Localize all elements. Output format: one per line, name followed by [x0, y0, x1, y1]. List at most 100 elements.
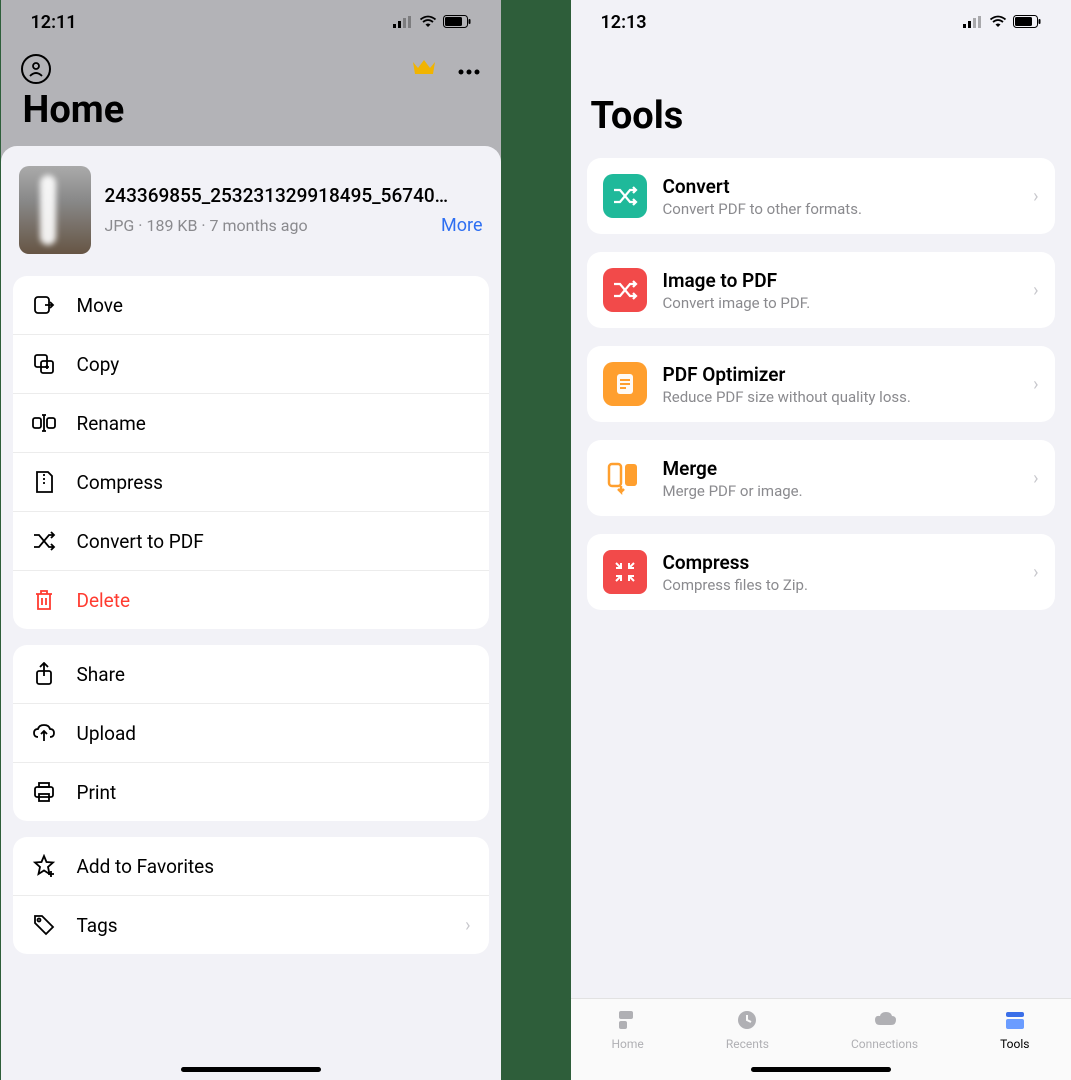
menu-label: Rename: [77, 412, 146, 435]
status-bar-right: 12:13: [571, 0, 1071, 44]
merge-icon: [603, 456, 647, 500]
menu-group-2: Share Upload Print: [13, 645, 489, 821]
home-tab-icon: [615, 1007, 641, 1033]
chevron-right-icon: ›: [465, 915, 470, 936]
home-indicator[interactable]: [181, 1067, 321, 1072]
profile-icon[interactable]: [21, 54, 51, 84]
menu-label: Move: [77, 294, 123, 317]
menu-move[interactable]: Move: [13, 276, 489, 335]
chevron-right-icon: ›: [1033, 374, 1038, 395]
tool-pdf-optimizer[interactable]: PDF Optimizer Reduce PDF size without qu…: [587, 346, 1055, 422]
tool-convert[interactable]: Convert Convert PDF to other formats. ›: [587, 158, 1055, 234]
copy-icon: [31, 351, 57, 377]
menu-label: Delete: [77, 589, 131, 612]
upload-icon: [31, 720, 57, 746]
phone-left: 12:11 Home 243369855_253231329918495_567…: [1, 0, 501, 1080]
tool-title: PDF Optimizer: [663, 363, 1018, 386]
tab-tools[interactable]: Tools: [1000, 1007, 1029, 1051]
page-title-home: Home: [1, 84, 501, 140]
file-meta: JPG · 189 KB · 7 months ago: [105, 216, 308, 235]
menu-delete[interactable]: Delete: [13, 571, 489, 629]
menu-convert-to-pdf[interactable]: Convert to PDF: [13, 512, 489, 571]
file-header: 243369855_253231329918495_56740… JPG · 1…: [13, 160, 489, 260]
tools-list: Convert Convert PDF to other formats. › …: [571, 158, 1071, 610]
tool-subtitle: Reduce PDF size without quality loss.: [663, 388, 1018, 406]
move-icon: [31, 292, 57, 318]
menu-label: Print: [77, 781, 117, 804]
battery-icon: [1013, 12, 1041, 33]
share-icon: [31, 661, 57, 687]
menu-label: Tags: [77, 914, 118, 937]
menu-label: Add to Favorites: [77, 855, 215, 878]
recents-tab-icon: [734, 1007, 760, 1033]
shuffle-icon: [31, 528, 57, 554]
page-title-tools: Tools: [571, 44, 1071, 158]
tool-subtitle: Merge PDF or image.: [663, 482, 1018, 500]
compress-icon: [31, 469, 57, 495]
tab-label: Home: [612, 1037, 644, 1051]
menu-compress[interactable]: Compress: [13, 453, 489, 512]
print-icon: [31, 779, 57, 805]
file-more-link[interactable]: More: [441, 215, 482, 236]
file-name: 243369855_253231329918495_56740…: [105, 184, 483, 207]
tab-label: Connections: [851, 1037, 918, 1051]
tab-label: Tools: [1000, 1037, 1029, 1051]
tool-subtitle: Compress files to Zip.: [663, 576, 1018, 594]
chevron-right-icon: ›: [1033, 468, 1038, 489]
status-time: 12:11: [31, 12, 77, 33]
menu-rename[interactable]: Rename: [13, 394, 489, 453]
menu-copy[interactable]: Copy: [13, 335, 489, 394]
convert-icon: [603, 174, 647, 218]
tab-home[interactable]: Home: [612, 1007, 644, 1051]
compress-tool-icon: [603, 550, 647, 594]
menu-add-to-favorites[interactable]: Add to Favorites: [13, 837, 489, 896]
menu-group-1: Move Copy Rename Compress Convert to PDF…: [13, 276, 489, 629]
tool-image-to-pdf[interactable]: Image to PDF Convert image to PDF. ›: [587, 252, 1055, 328]
tab-label: Recents: [726, 1037, 769, 1051]
tool-subtitle: Convert PDF to other formats.: [663, 200, 1018, 218]
menu-label: Compress: [77, 471, 163, 494]
connections-tab-icon: [872, 1007, 898, 1033]
image-to-pdf-icon: [603, 268, 647, 312]
wifi-icon: [419, 12, 437, 33]
menu-print[interactable]: Print: [13, 763, 489, 821]
cellular-icon: [393, 12, 413, 33]
tool-subtitle: Convert image to PDF.: [663, 294, 1018, 312]
cellular-icon: [963, 12, 983, 33]
tool-title: Image to PDF: [663, 269, 1018, 292]
status-bar-left: 12:11: [1, 0, 501, 44]
home-indicator[interactable]: [751, 1067, 891, 1072]
menu-tags[interactable]: Tags ›: [13, 896, 489, 954]
crown-icon[interactable]: [411, 56, 437, 82]
menu-label: Convert to PDF: [77, 530, 204, 553]
tag-icon: [31, 912, 57, 938]
tool-title: Compress: [663, 551, 1018, 574]
tab-connections[interactable]: Connections: [851, 1007, 918, 1051]
phone-right: 12:13 Tools Convert Convert PDF to other…: [571, 0, 1071, 1080]
trash-icon: [31, 587, 57, 613]
menu-share[interactable]: Share: [13, 645, 489, 704]
status-icons: [393, 12, 471, 33]
status-time: 12:13: [601, 12, 647, 33]
chevron-right-icon: ›: [1033, 186, 1038, 207]
chevron-right-icon: ›: [1033, 280, 1038, 301]
menu-group-3: Add to Favorites Tags ›: [13, 837, 489, 954]
tools-tab-icon: [1002, 1007, 1028, 1033]
tab-recents[interactable]: Recents: [726, 1007, 769, 1051]
menu-label: Upload: [77, 722, 137, 745]
context-sheet: 243369855_253231329918495_56740… JPG · 1…: [1, 146, 501, 1080]
menu-label: Copy: [77, 353, 120, 376]
rename-icon: [31, 410, 57, 436]
tool-title: Convert: [663, 175, 1018, 198]
battery-icon: [443, 12, 471, 33]
wifi-icon: [989, 12, 1007, 33]
tool-compress[interactable]: Compress Compress files to Zip. ›: [587, 534, 1055, 610]
more-icon[interactable]: [457, 60, 481, 79]
optimizer-icon: [603, 362, 647, 406]
tool-title: Merge: [663, 457, 1018, 480]
file-thumbnail[interactable]: [19, 166, 91, 254]
tool-merge[interactable]: Merge Merge PDF or image. ›: [587, 440, 1055, 516]
chevron-right-icon: ›: [1033, 562, 1038, 583]
star-plus-icon: [31, 853, 57, 879]
menu-upload[interactable]: Upload: [13, 704, 489, 763]
